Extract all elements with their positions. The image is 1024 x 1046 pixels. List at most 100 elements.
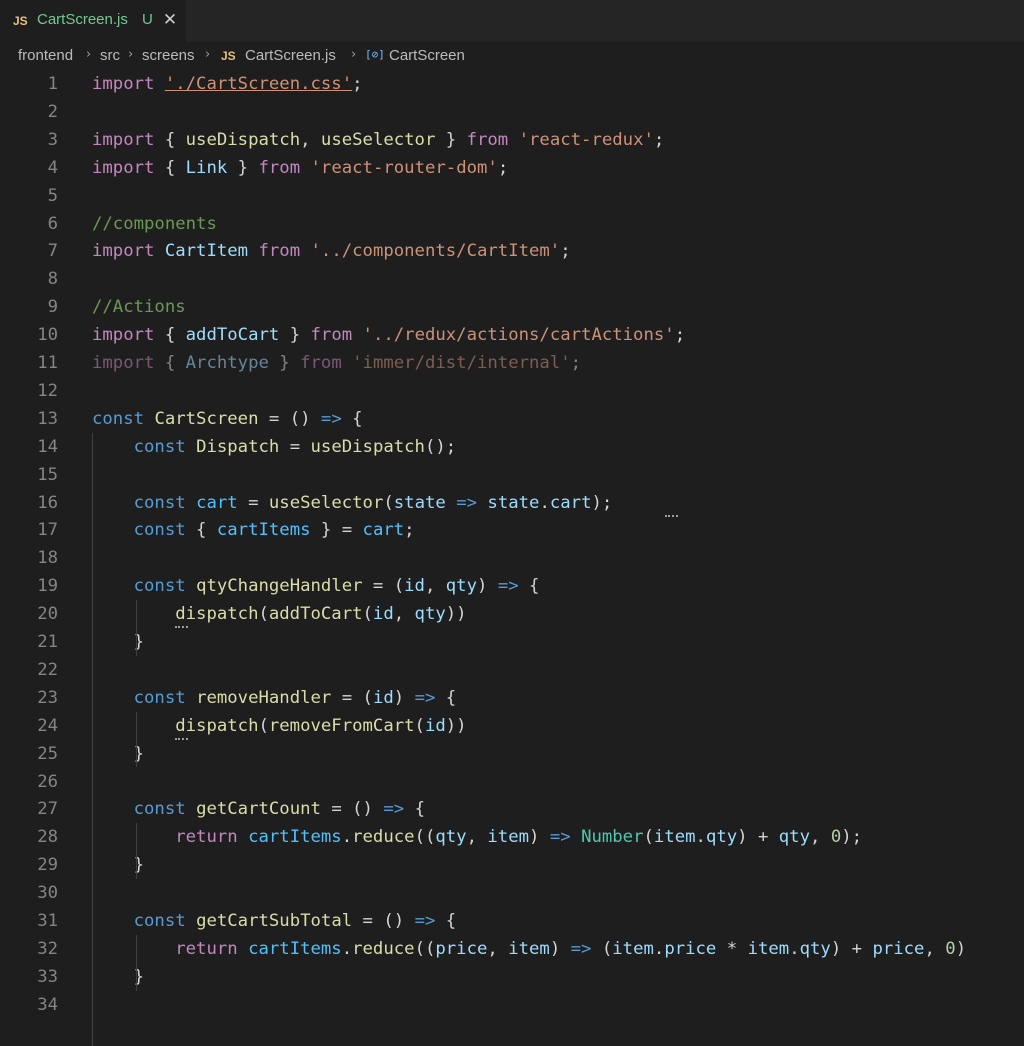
code-line[interactable]: 28 return cartItems.reduce((qty, item) =… xyxy=(0,823,1024,851)
code-line[interactable]: 19 const qtyChangeHandler = (id, qty) =>… xyxy=(0,572,1024,600)
code-line[interactable]: 26 xyxy=(0,768,1024,796)
line-number: 25 xyxy=(37,743,58,764)
line-number: 30 xyxy=(37,883,58,904)
chevron-right-icon: › xyxy=(351,47,357,62)
code-line[interactable]: 1 import './CartScreen.css'; xyxy=(0,70,1024,98)
code-line[interactable]: 4 import { Link } from 'react-router-dom'… xyxy=(0,154,1024,182)
code-line[interactable]: 31 const getCartSubTotal = () => { xyxy=(0,907,1024,935)
line-number: 26 xyxy=(37,771,58,792)
line-number: 32 xyxy=(37,938,58,959)
code-text: import './CartScreen.css'; xyxy=(92,74,363,94)
code-line[interactable]: 22 xyxy=(0,656,1024,684)
javascript-file-icon: JS xyxy=(221,49,236,63)
code-text: import { Link } from 'react-router-dom'; xyxy=(92,157,509,178)
code-line[interactable]: 11 import { Archtype } from 'immer/dist/i… xyxy=(0,349,1024,377)
breadcrumb-item-screens[interactable]: screens xyxy=(142,47,195,64)
code-line[interactable]: 7 import CartItem from '../components/Car… xyxy=(0,237,1024,265)
code-line[interactable]: 9 //Actions xyxy=(0,293,1024,321)
line-number: 1 xyxy=(47,74,58,94)
line-number: 7 xyxy=(47,241,58,262)
code-line[interactable]: 2 xyxy=(0,98,1024,126)
code-line[interactable]: 13 const CartScreen = () => { xyxy=(0,405,1024,433)
indent-guide xyxy=(136,600,137,656)
code-line[interactable]: 3 import { useDispatch, useSelector } fro… xyxy=(0,126,1024,154)
code-line[interactable]: 25 } xyxy=(0,740,1024,768)
code-line[interactable]: 27 const getCartCount = () => { xyxy=(0,795,1024,823)
code-text: const removeHandler = (id) => { xyxy=(133,687,457,708)
breadcrumb: frontend › src › screens › JS CartScreen… xyxy=(0,42,1024,70)
code-line[interactable]: 14 const Dispatch = useDispatch(); xyxy=(0,433,1024,461)
code-line[interactable]: 18 xyxy=(0,544,1024,572)
breadcrumb-item-src[interactable]: src xyxy=(100,47,120,64)
line-number: 33 xyxy=(37,966,58,987)
line-number: 17 xyxy=(37,520,58,541)
code-line[interactable]: 24 dispatch(removeFromCart(id)) xyxy=(0,712,1024,740)
code-line[interactable]: 21 } xyxy=(0,628,1024,656)
line-number: 13 xyxy=(37,408,58,429)
code-text: dispatch(removeFromCart(id)) xyxy=(175,715,467,736)
line-number: 27 xyxy=(37,799,58,820)
code-line[interactable]: 5 xyxy=(0,182,1024,210)
indent-guide xyxy=(136,711,137,768)
line-number: 12 xyxy=(37,380,58,401)
code-text: const Dispatch = useDispatch(); xyxy=(133,436,457,457)
breadcrumb-item-symbol[interactable]: CartScreen xyxy=(389,47,465,64)
code-line[interactable]: 32 return cartItems.reduce((price, item)… xyxy=(0,935,1024,963)
indent-guide xyxy=(136,823,137,880)
code-text: const { cartItems } = cart; xyxy=(133,520,415,541)
line-number: 34 xyxy=(37,994,58,1015)
code-line[interactable]: 8 xyxy=(0,265,1024,293)
breadcrumb-item-file[interactable]: CartScreen.js xyxy=(245,47,336,64)
code-line[interactable]: 23 const removeHandler = (id) => { xyxy=(0,684,1024,712)
code-text: dispatch(addToCart(id, qty)) xyxy=(175,604,467,625)
line-number: 2 xyxy=(47,101,58,122)
symbol-variable-icon: [⊘] xyxy=(365,48,385,61)
line-number: 11 xyxy=(37,353,58,373)
code-line[interactable]: 33 } xyxy=(0,963,1024,991)
code-line[interactable]: 15 xyxy=(0,461,1024,489)
chevron-right-icon: › xyxy=(86,47,92,62)
code-line[interactable]: 10 import { addToCart } from '../redux/ac… xyxy=(0,321,1024,349)
line-number: 3 xyxy=(47,129,58,150)
code-editor[interactable]: 1 import './CartScreen.css'; 2 3 import { us… xyxy=(0,70,1024,1046)
line-number: 18 xyxy=(37,548,58,569)
code-text: import CartItem from '../components/Cart… xyxy=(92,241,571,262)
code-line[interactable]: 16 const cart = useSelector(state => sta… xyxy=(0,489,1024,517)
untracked-status-badge: U xyxy=(142,11,153,28)
code-text: const getCartCount = () => { xyxy=(133,799,425,820)
line-number: 6 xyxy=(47,213,58,234)
code-line[interactable]: 29 } xyxy=(0,851,1024,879)
code-text: return cartItems.reduce((price, item) =>… xyxy=(175,938,967,959)
close-icon[interactable]: ✕ xyxy=(161,10,179,30)
line-number: 9 xyxy=(47,297,58,318)
line-number: 14 xyxy=(37,436,58,457)
line-number: 16 xyxy=(37,492,58,513)
code-line[interactable]: 34 xyxy=(0,991,1024,1019)
breadcrumb-item-frontend[interactable]: frontend xyxy=(18,47,73,64)
line-number: 8 xyxy=(47,269,58,290)
line-number: 15 xyxy=(37,464,58,485)
code-text: import { addToCart } from '../redux/acti… xyxy=(92,325,686,346)
indent-guide xyxy=(92,432,93,1046)
tab-cartscreen-js[interactable]: JS CartScreen.js U ✕ xyxy=(0,0,186,42)
code-line[interactable]: 12 xyxy=(0,377,1024,405)
indent-guide xyxy=(136,934,137,991)
hint-squiggle xyxy=(175,623,188,629)
line-number: 20 xyxy=(37,604,58,625)
line-number: 19 xyxy=(37,576,58,597)
chevron-right-icon: › xyxy=(205,47,211,62)
line-number: 4 xyxy=(47,157,58,178)
code-line[interactable]: 17 const { cartItems } = cart; xyxy=(0,516,1024,544)
line-number: 21 xyxy=(37,632,58,652)
hint-squiggle xyxy=(665,512,678,517)
code-line[interactable]: 30 xyxy=(0,879,1024,907)
tab-filename: CartScreen.js xyxy=(37,11,128,28)
code-line[interactable]: 20 dispatch(addToCart(id, qty)) xyxy=(0,600,1024,628)
code-text: //Actions xyxy=(92,297,186,318)
code-text: //components xyxy=(92,213,217,234)
code-line[interactable]: 6 //components xyxy=(0,210,1024,238)
line-number: 23 xyxy=(37,687,58,708)
hint-squiggle xyxy=(175,735,188,740)
line-number: 5 xyxy=(47,185,58,206)
javascript-file-icon: JS xyxy=(13,14,28,28)
